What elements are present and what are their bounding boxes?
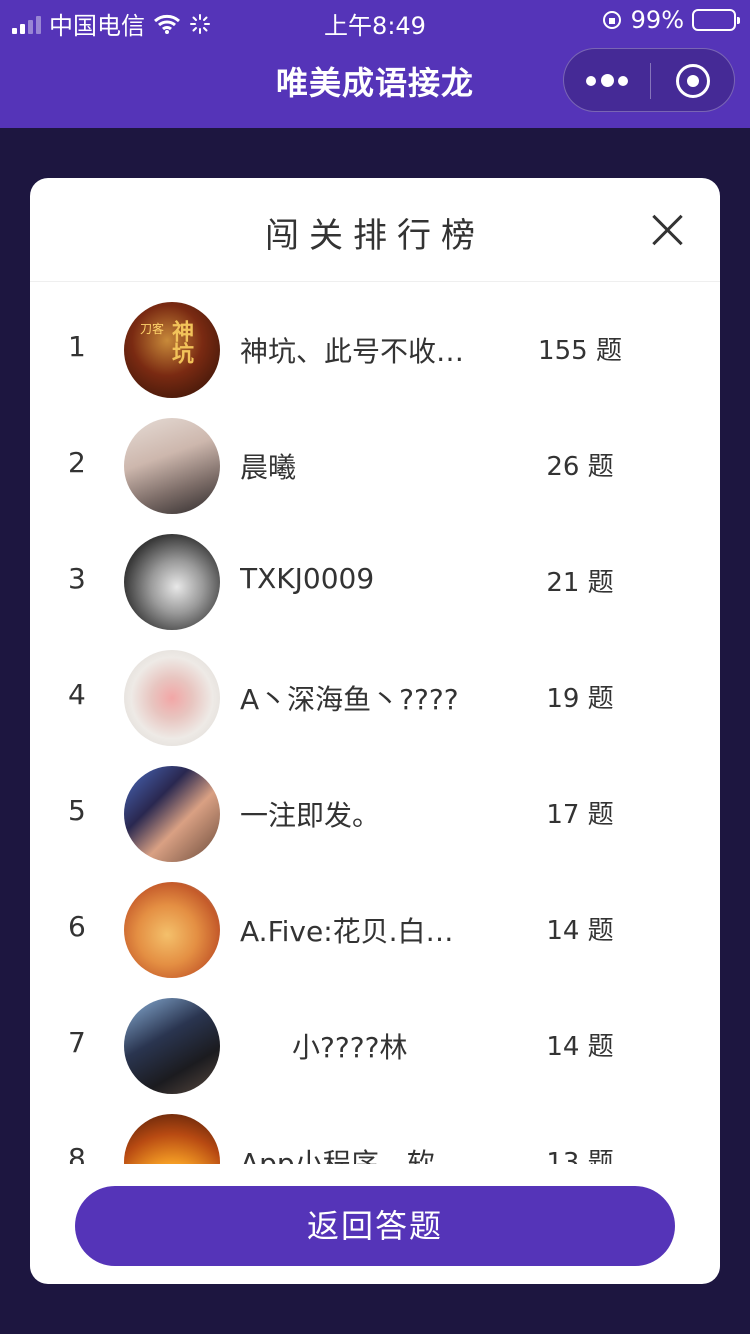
list-item: 6 A.Five:花贝.白… 14 题 [30, 872, 720, 988]
avatar: 刀客 神坑 [124, 302, 220, 398]
status-bar: 中国电信 上午8:49 99% [0, 0, 750, 40]
avatar [124, 882, 220, 978]
leaderboard-modal: 闯关排行榜 1 刀客 神坑 神坑、此号不收… 155 题 2 晨曦 26 题 3… [30, 178, 720, 1284]
score: 17 题 [546, 800, 614, 830]
user-name: App小程序，软 [240, 1147, 435, 1164]
rank-number: 1 [68, 330, 86, 363]
score: 21 题 [546, 568, 614, 598]
user-name: 小????林 [292, 1031, 408, 1064]
capsule-divider [650, 63, 651, 99]
score: 14 题 [546, 1032, 614, 1062]
user-name: A丶深海鱼丶???? [240, 683, 459, 716]
rank-number: 7 [68, 1026, 86, 1059]
more-dots-icon[interactable] [586, 71, 630, 91]
user-name: 晨曦 [240, 451, 297, 484]
rank-number: 5 [68, 794, 86, 827]
modal-header: 闯关排行榜 [30, 178, 720, 282]
score: 13 题 [546, 1148, 614, 1164]
list-item: 7 小????林 14 题 [30, 988, 720, 1104]
user-name: 神坑、此号不收… [240, 335, 465, 368]
return-to-quiz-button[interactable]: 返回答题 [75, 1186, 675, 1266]
list-item: 8 App小程序，软 13 题 [30, 1104, 720, 1164]
avatar [124, 766, 220, 862]
user-name: TXKJ0009 [240, 562, 375, 595]
score: 26 题 [546, 452, 614, 482]
list-item: 1 刀客 神坑 神坑、此号不收… 155 题 [30, 292, 720, 408]
user-name: 一注即发。 [240, 799, 381, 832]
score: 19 题 [546, 684, 614, 714]
score: 155 题 [538, 336, 622, 366]
list-item: 3 TXKJ0009 21 题 [30, 524, 720, 640]
avatar-text: 神坑 [168, 320, 193, 364]
list-item: 4 A丶深海鱼丶???? 19 题 [30, 640, 720, 756]
user-name: A.Five:花贝.白… [240, 915, 454, 948]
avatar [124, 418, 220, 514]
rank-number: 8 [68, 1142, 86, 1164]
orientation-lock-icon [602, 11, 621, 29]
rank-number: 3 [68, 562, 86, 595]
avatar [124, 650, 220, 746]
target-icon[interactable] [676, 64, 710, 98]
rank-number: 6 [68, 910, 86, 943]
mini-program-capsule [563, 48, 735, 112]
battery-percent: 99% [630, 6, 684, 34]
avatar [124, 998, 220, 1094]
status-right: 99% [601, 6, 740, 34]
list-item: 2 晨曦 26 题 [30, 408, 720, 524]
rank-number: 2 [68, 446, 86, 479]
battery-icon [692, 9, 740, 31]
avatar-text: 刀客 [140, 322, 165, 336]
avatar [124, 534, 220, 630]
leaderboard-list[interactable]: 1 刀客 神坑 神坑、此号不收… 155 题 2 晨曦 26 题 3 TXKJ0… [30, 292, 720, 1164]
score: 14 题 [546, 916, 614, 946]
close-icon[interactable] [648, 210, 688, 250]
list-item: 5 一注即发。 17 题 [30, 756, 720, 872]
top-bar: 中国电信 上午8:49 99% 唯美成语接龙 [0, 0, 750, 128]
modal-title: 闯关排行榜 [265, 216, 485, 256]
avatar [124, 1114, 220, 1164]
rank-number: 4 [68, 678, 86, 711]
